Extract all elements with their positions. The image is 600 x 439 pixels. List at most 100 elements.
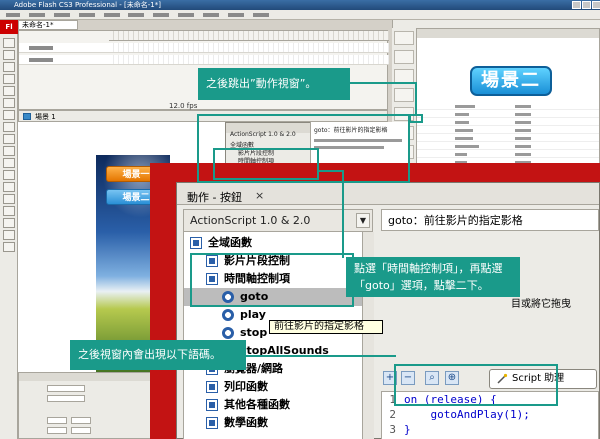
tree-item-label: play [240, 308, 266, 321]
x-field[interactable] [71, 417, 91, 424]
scene-label: 場景 1 [35, 113, 56, 121]
eraser-tool-icon[interactable] [3, 194, 15, 204]
close-icon[interactable]: × [255, 189, 264, 202]
tooltip: 前往影片的指定影格 [269, 320, 383, 334]
menu-item[interactable] [103, 10, 120, 20]
library-row[interactable] [417, 151, 599, 158]
actions-panel-tab[interactable]: 動作 - 按鈕 [187, 189, 242, 205]
timeline-layer[interactable] [19, 55, 109, 65]
connector-line [415, 82, 417, 116]
rectangle-tool-icon[interactable] [3, 122, 15, 132]
menu-bar [0, 10, 600, 20]
callout-step-code: 之後視窗內會出現以下語碼。 [70, 340, 246, 370]
height-field[interactable] [47, 427, 67, 434]
menu-item[interactable] [6, 10, 20, 20]
callout-line: 「goto」選項，點擊二下。 [354, 279, 489, 292]
maximize-button[interactable] [582, 1, 591, 9]
callout-step-goto: 點選「時間軸控制項」，再點選 「goto」選項，點擊二下。 [346, 257, 520, 297]
menu-item[interactable] [203, 10, 219, 20]
description-tail: 目或將它拖曳 [511, 299, 571, 310]
library-row[interactable] [417, 143, 599, 150]
as-version-label: ActionScript 1.0 & 2.0 [190, 214, 311, 227]
subselection-tool-icon[interactable] [3, 50, 15, 60]
circle-arrow-icon [222, 309, 234, 321]
color-panel-icon[interactable] [394, 31, 414, 45]
book-icon [190, 237, 202, 249]
menu-item[interactable] [178, 10, 195, 20]
code-line[interactable]: 2 gotoAndPlay(1); [382, 407, 529, 423]
actions-panel-titlebar: 動作 - 按鈕 × [177, 183, 599, 205]
book-icon [206, 381, 218, 393]
library-row[interactable] [417, 119, 599, 126]
library-header [417, 29, 599, 38]
connector-line [246, 355, 396, 357]
info-panel-icon[interactable] [394, 88, 414, 102]
zoom-tool-icon[interactable] [3, 218, 15, 228]
menu-item[interactable] [28, 10, 45, 20]
highlight-box-code [394, 364, 558, 406]
pencil-tool-icon[interactable] [3, 134, 15, 144]
minimize-button[interactable] [572, 1, 581, 9]
library-row[interactable] [417, 103, 599, 110]
tree-item[interactable]: 全域函數 [190, 234, 252, 252]
tree-item-label: stop [240, 326, 268, 339]
brush-tool-icon[interactable] [3, 146, 15, 156]
fill-color-icon[interactable] [3, 242, 15, 252]
fps-readout: 12.0 fps [169, 102, 198, 110]
selection-tool-icon[interactable] [3, 38, 15, 48]
frame-ruler[interactable] [109, 31, 389, 41]
highlight-box-timeline-item [213, 148, 319, 180]
layer-frames[interactable] [109, 55, 389, 65]
library-row[interactable] [417, 111, 599, 118]
menu-item[interactable] [227, 10, 244, 20]
callout-line: 點選「時間軸控制項」，再點選 [354, 262, 503, 275]
document-tab[interactable]: 未命名-1* [18, 20, 78, 30]
library-row[interactable] [417, 127, 599, 134]
lasso-tool-icon[interactable] [3, 74, 15, 84]
close-button[interactable] [592, 1, 600, 9]
instance-name-field[interactable] [47, 395, 85, 402]
hand-tool-icon[interactable] [3, 206, 15, 216]
tree-item-label: 全域函數 [208, 236, 252, 249]
menu-item[interactable] [53, 10, 70, 20]
connector-line [342, 170, 344, 258]
align-panel-icon[interactable] [394, 69, 414, 83]
library-preview-button: 場景二 [470, 66, 552, 96]
paint-bucket-tool-icon[interactable] [3, 170, 15, 180]
toolbox [0, 20, 18, 439]
highlight-box-goto [190, 253, 354, 307]
instance-type-select[interactable] [47, 385, 85, 392]
timeline-layer[interactable] [19, 43, 109, 53]
library-row[interactable] [417, 135, 599, 142]
menu-item[interactable] [128, 10, 145, 20]
chevron-down-icon[interactable]: ▼ [356, 213, 370, 228]
tree-item-label: 數學函數 [224, 416, 268, 429]
menu-item[interactable] [153, 10, 170, 20]
circle-arrow-icon [222, 327, 234, 339]
text-tool-icon[interactable] [3, 98, 15, 108]
window-title: Adobe Flash CS3 Professional - [未命名-1*] [14, 1, 161, 9]
free-transform-tool-icon[interactable] [3, 62, 15, 72]
app-title-bar: Adobe Flash CS3 Professional - [未命名-1*] [0, 0, 600, 10]
scene-icon [23, 113, 31, 120]
swatches-panel-icon[interactable] [394, 50, 414, 64]
eyedropper-tool-icon[interactable] [3, 182, 15, 192]
menu-item[interactable] [252, 10, 269, 20]
code-line[interactable]: 3} [382, 422, 410, 438]
callout-step-actions: 之後跳出”動作視窗”。 [198, 68, 350, 100]
tree-item[interactable]: 其他各種函數 [206, 396, 290, 414]
book-icon [206, 399, 218, 411]
tree-item[interactable]: play [222, 306, 266, 324]
tree-item-label: 列印函數 [224, 380, 268, 393]
pen-tool-icon[interactable] [3, 86, 15, 96]
ink-bottle-tool-icon[interactable] [3, 158, 15, 168]
tree-item[interactable]: 數學函數 [206, 414, 268, 432]
stroke-color-icon[interactable] [3, 230, 15, 240]
layer-frames[interactable] [109, 43, 389, 53]
tree-item[interactable]: 列印函數 [206, 378, 268, 396]
width-field[interactable] [47, 417, 67, 424]
menu-item[interactable] [78, 10, 95, 20]
line-tool-icon[interactable] [3, 110, 15, 120]
y-field[interactable] [71, 427, 91, 434]
tree-item-label: 其他各種函數 [224, 398, 290, 411]
